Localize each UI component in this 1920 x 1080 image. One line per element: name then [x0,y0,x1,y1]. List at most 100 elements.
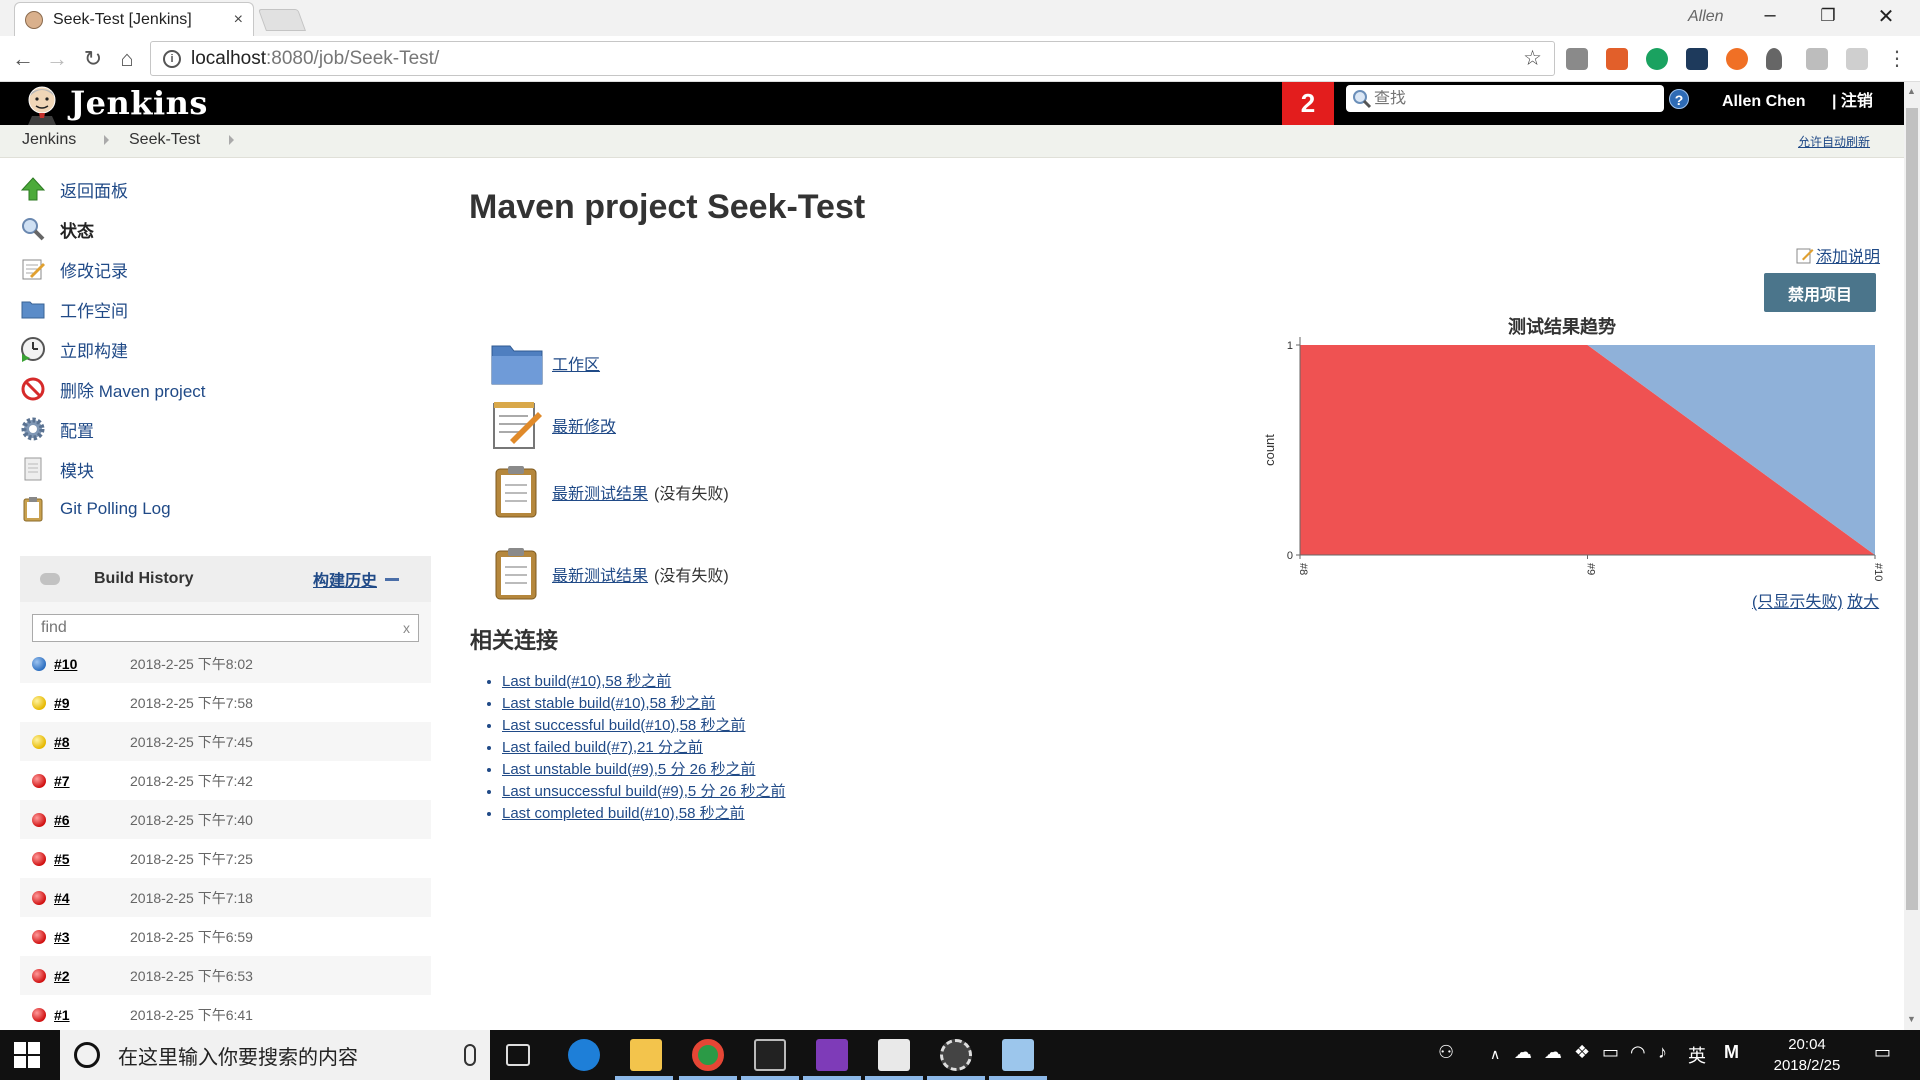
build-filter-box[interactable]: x [32,614,419,642]
build-filter-input[interactable] [41,619,403,637]
extension-icon[interactable] [1806,48,1828,70]
file-explorer-icon[interactable] [630,1039,662,1071]
related-link[interactable]: Last completed build(#10),58 秒之前 [502,805,745,822]
windows-start-icon[interactable] [14,1042,40,1068]
new-tab-button[interactable] [257,9,307,31]
notifications-icon[interactable]: ▭ [1874,1042,1891,1063]
wifi-icon[interactable]: ◠ [1630,1042,1646,1063]
enlarge-link[interactable]: 放大 [1847,594,1879,611]
page-scrollbar[interactable]: ▲ ▼ [1904,82,1920,1030]
people-icon[interactable]: ⚇ [1438,1042,1454,1063]
permalink-changes[interactable]: 最新修改 [490,398,616,452]
back-icon[interactable]: ← [8,46,38,72]
grammarly-extension-icon[interactable] [1646,48,1668,70]
breadcrumb-jenkins[interactable]: Jenkins [22,131,76,149]
close-window-icon[interactable]: ✕ [1866,4,1906,29]
scroll-thumb[interactable] [1906,108,1918,910]
related-link[interactable]: Last build(#10),58 秒之前 [502,673,671,690]
breadcrumb-chevron-icon[interactable] [104,135,109,145]
build-number-link[interactable]: #4 [54,890,130,906]
ime-indicator[interactable]: 英 [1688,1042,1706,1068]
permalink-label[interactable]: 最新修改 [552,413,616,437]
dropbox-icon[interactable]: ❖ [1574,1042,1590,1063]
build-number-link[interactable]: #6 [54,812,130,828]
home-icon[interactable]: ⌂ [112,46,142,72]
extension-icon[interactable] [1686,48,1708,70]
restore-icon[interactable]: ❐ [1808,6,1848,26]
build-number-link[interactable]: #8 [54,734,130,750]
build-number-link[interactable]: #3 [54,929,130,945]
tray-chevron-icon[interactable]: ∧ [1490,1046,1500,1063]
extension-icon[interactable] [1606,48,1628,70]
breadcrumb-seek-test[interactable]: Seek-Test [129,131,200,149]
browser-menu-icon[interactable]: ⋮ [1882,46,1912,72]
task-changes[interactable]: 修改记录 [20,254,128,284]
reload-icon[interactable]: ↻ [78,46,108,72]
collapse-minus-icon[interactable] [385,577,399,581]
ime-mode-indicator[interactable]: M [1724,1042,1739,1063]
logout-link[interactable]: | 注销 [1832,82,1873,122]
failures-only-link[interactable]: (只显示失败) [1752,594,1843,611]
task-workspace[interactable]: 工作空间 [20,294,128,324]
forward-icon[interactable]: → [42,46,72,72]
battery-icon[interactable]: ▭ [1602,1042,1619,1063]
edge-icon[interactable] [568,1039,600,1071]
extension-icon[interactable] [1766,48,1782,70]
related-link[interactable]: Last failed build(#7),21 分之前 [502,739,703,756]
java-icon[interactable] [878,1039,910,1071]
task-back-to-dashboard[interactable]: 返回面板 [20,174,128,204]
task-configure[interactable]: 配置 [20,414,94,444]
permalink-workspace[interactable]: 工作区 [490,336,600,390]
permalink-label[interactable]: 最新测试结果 [552,480,648,504]
task-build-now[interactable]: 立即构建 [20,334,128,364]
build-status-ball-icon[interactable] [32,890,46,905]
system-clock[interactable]: 20:04 2018/2/25 [1772,1034,1842,1076]
notification-badge[interactable]: 2 [1282,82,1334,125]
extension-icon[interactable] [1566,48,1588,70]
jenkins-logo-icon[interactable] [22,82,62,125]
build-number-link[interactable]: #10 [54,656,130,672]
photos-app-icon[interactable] [1002,1039,1034,1071]
auto-refresh-link[interactable]: 允许自动刷新 [1798,133,1870,150]
scroll-down-icon[interactable]: ▼ [1907,1014,1916,1024]
build-status-ball-icon[interactable] [32,695,46,710]
terminal-icon[interactable] [754,1039,786,1071]
microphone-icon[interactable] [464,1044,476,1066]
cloud-upload-icon[interactable]: ☁ [1544,1042,1562,1063]
build-number-link[interactable]: #2 [54,968,130,984]
window-profile-name[interactable]: Allen [1688,8,1724,26]
bookmark-star-icon[interactable]: ☆ [1523,46,1542,71]
related-link[interactable]: Last successful build(#10),58 秒之前 [502,717,745,734]
permalink-label[interactable]: 最新测试结果 [552,562,648,586]
permalink-test-result[interactable]: 最新测试结果 (没有失败) [490,547,729,601]
chrome-icon[interactable] [692,1039,724,1071]
build-number-link[interactable]: #7 [54,773,130,789]
taskbar-search-box[interactable]: 在这里输入你要搜索的内容 [60,1030,490,1080]
build-status-ball-icon[interactable] [32,734,46,749]
task-modules[interactable]: 模块 [20,454,94,484]
build-status-ball-icon[interactable] [32,851,46,866]
breadcrumb-chevron-icon[interactable] [229,135,234,145]
scroll-up-icon[interactable]: ▲ [1907,86,1916,96]
permalink-test-result[interactable]: 最新测试结果 (没有失败) [490,465,729,519]
build-number-link[interactable]: #9 [54,695,130,711]
test-result-trend-chart[interactable]: 0 1 #8 #9 #10 count [1250,305,1890,605]
build-number-link[interactable]: #1 [54,1007,130,1023]
build-number-link[interactable]: #5 [54,851,130,867]
build-status-ball-icon[interactable] [32,812,46,827]
build-status-ball-icon[interactable] [32,773,46,788]
user-name-link[interactable]: Allen Chen [1722,82,1806,122]
extension-icon[interactable] [1846,48,1868,70]
settings-gear-app-icon[interactable] [940,1039,972,1071]
related-link[interactable]: Last unstable build(#9),5 分 26 秒之前 [502,761,755,778]
onedrive-icon[interactable]: ☁ [1514,1042,1532,1063]
add-description-link[interactable]: 添加说明 [1796,243,1880,267]
build-status-ball-icon[interactable] [32,929,46,944]
help-icon[interactable]: ? [1669,89,1689,109]
jenkins-brand[interactable]: Jenkins [70,82,208,125]
tab-close-icon[interactable]: × [234,11,243,29]
clear-filter-icon[interactable]: x [403,620,410,636]
task-delete-project[interactable]: 删除 Maven project [20,374,206,404]
task-view-icon[interactable] [506,1044,530,1066]
task-status[interactable]: 状态 [20,214,94,244]
